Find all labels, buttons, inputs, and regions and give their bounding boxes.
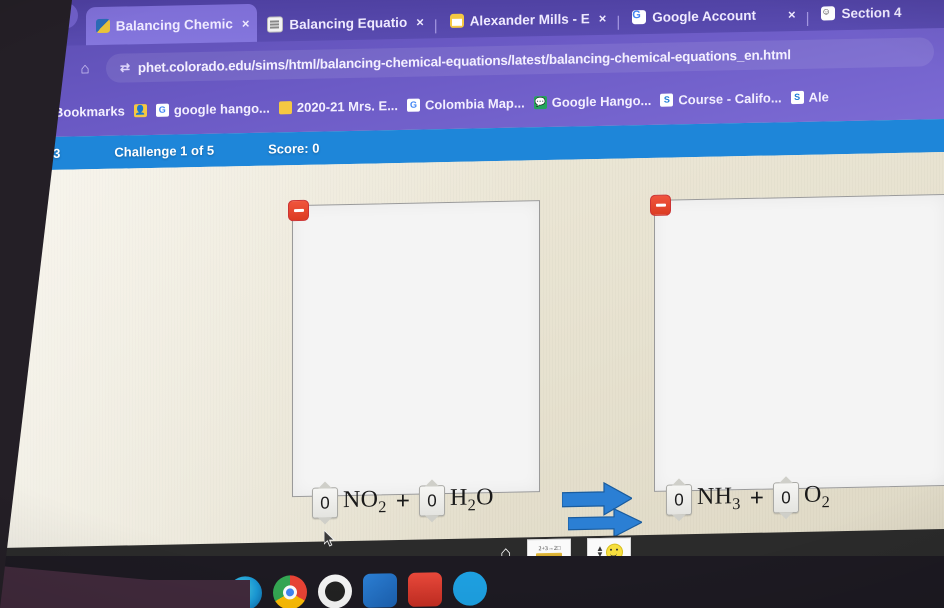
bookmark-label: Student Bookmarks <box>2 102 125 121</box>
tab-balancing-chemical[interactable]: Balancing Chemic × <box>85 3 258 46</box>
dark-circle-icon: ☺ <box>821 6 836 21</box>
bookmark-label: 2020-21 Mrs. E... <box>296 97 399 115</box>
bookmark-label: google hango... <box>173 100 270 118</box>
reload-icon[interactable]: ↻ <box>40 54 70 85</box>
red-app-icon[interactable] <box>408 572 442 607</box>
minimize-icon[interactable]: — <box>6 11 20 27</box>
contact-icon <box>267 16 284 33</box>
screen-photo: — e ▾ Balancing Chemic × Balancing Equat… <box>0 0 944 608</box>
tab-alexander-mills[interactable]: Alexander Mills - E × <box>440 1 615 39</box>
address-bar[interactable]: ⇄ phet.colorado.edu/sims/html/balancing-… <box>106 36 934 83</box>
bookmark-label: Ale <box>808 88 829 105</box>
blue-app-icon[interactable] <box>363 573 397 608</box>
window-controls: — e ▾ <box>0 2 86 47</box>
chevron-down-icon[interactable]: ▾ <box>47 2 78 30</box>
bookmark-contact[interactable]: 👤 <box>133 103 147 117</box>
score-label: Score: 0 <box>268 140 320 157</box>
reactants-box <box>288 199 540 498</box>
bookmark-student-bookmarks[interactable]: Student Bookmarks <box>2 103 125 120</box>
sim-play-area: Check <box>0 152 944 558</box>
google-icon: G <box>155 103 169 117</box>
equation-right-arrow-icon <box>568 507 642 538</box>
dark-app-icon[interactable] <box>318 574 352 608</box>
minus-icon[interactable] <box>288 199 309 222</box>
bookmark-label: Course - Califo... <box>678 89 782 107</box>
phet-icon <box>95 18 110 34</box>
tab-close-icon[interactable]: × <box>416 14 424 29</box>
tab-close-icon[interactable]: × <box>242 15 250 30</box>
bookmark-label: Colombia Map... <box>425 94 525 112</box>
bookmark-colombia-map[interactable]: G Colombia Map... <box>407 95 525 112</box>
home-icon[interactable]: ⌂ <box>70 53 100 84</box>
chat-icon: 💬 <box>533 95 547 109</box>
mouse-cursor-icon <box>323 529 336 547</box>
intro-mini-equation: 2+3→2□ <box>538 545 561 553</box>
tab-label: Alexander Mills - E <box>469 10 590 29</box>
bookmark-label: Google Hango... <box>551 92 652 110</box>
products-box <box>650 194 944 492</box>
google-icon: G <box>407 98 421 112</box>
edge-logo-icon[interactable]: e <box>30 10 38 26</box>
bookmark-course-california[interactable]: S Course - Califo... <box>660 89 782 107</box>
tab-section-4[interactable]: ☺ Section 4 <box>811 0 909 31</box>
tab-close-icon[interactable]: × <box>599 10 607 25</box>
challenge-label: Challenge 1 of 5 <box>114 142 215 160</box>
phet-simulation: Level: 3 Challenge 1 of 5 Score: 0 Check <box>0 119 944 558</box>
contact-icon: 👤 <box>133 103 147 117</box>
tab-label: Balancing Equatio <box>289 14 408 32</box>
google-icon: G <box>632 9 647 25</box>
bookmark-ale[interactable]: S Ale <box>790 88 829 105</box>
bookmark-2020-21-mrs-e[interactable]: 2020-21 Mrs. E... <box>278 97 399 115</box>
url-text: phet.colorado.edu/sims/html/balancing-ch… <box>137 46 791 75</box>
tab-divider: | <box>433 17 438 35</box>
tab-balancing-equations[interactable]: Balancing Equatio × <box>257 4 431 42</box>
taskbar-app-icons <box>228 571 487 608</box>
bookmark-google-hangouts[interactable]: G google hango... <box>155 100 270 118</box>
bookmark-google-hangouts-2[interactable]: 💬 Google Hango... <box>533 92 652 110</box>
cyan-app-icon[interactable] <box>453 571 487 606</box>
site-info-icon[interactable]: ⇄ <box>120 60 130 74</box>
tab-divider: | <box>805 9 810 27</box>
schoology-icon: S <box>660 92 674 107</box>
tab-close-icon[interactable]: × <box>788 7 796 22</box>
browser-chrome: — e ▾ Balancing Chemic × Balancing Equat… <box>0 0 944 141</box>
tab-label: Balancing Chemic <box>115 15 233 34</box>
forward-icon[interactable]: → <box>10 54 40 85</box>
chrome-app-icon[interactable] <box>273 575 307 608</box>
tab-label: Google Account <box>652 7 756 25</box>
tab-divider: | <box>616 13 621 31</box>
tab-label: Section 4 <box>841 4 902 21</box>
sheets-icon <box>278 100 292 114</box>
sheets-icon <box>449 13 464 28</box>
minus-icon[interactable] <box>650 194 671 216</box>
tab-google-account[interactable]: G Google Account × <box>622 0 803 35</box>
schoology-icon: S <box>790 90 804 104</box>
level-label: Level: 3 <box>12 145 61 162</box>
